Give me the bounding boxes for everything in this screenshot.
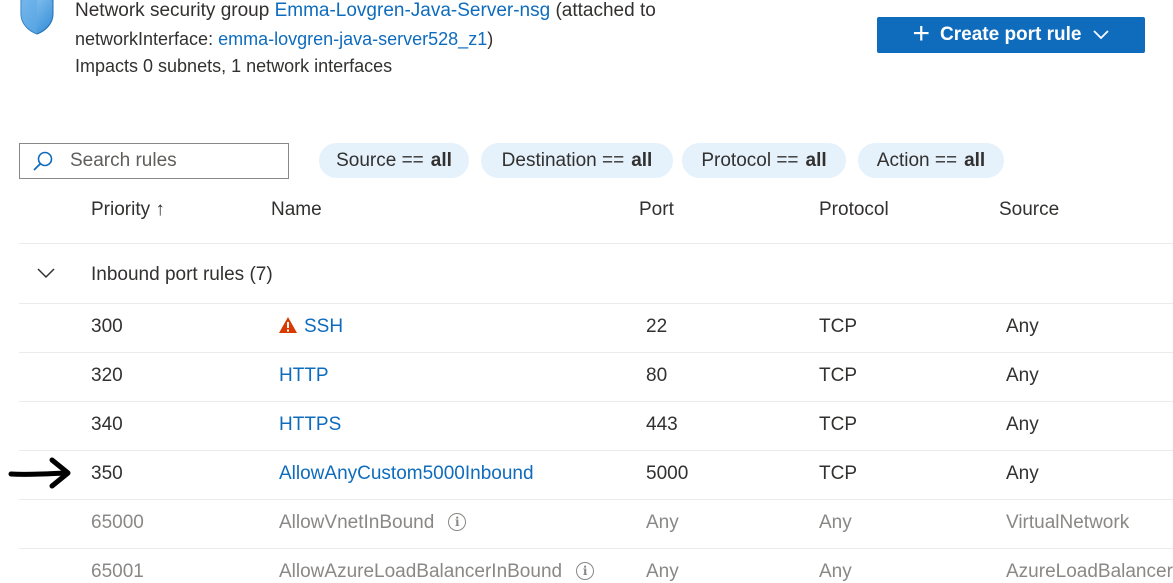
name-cell: SSH — [278, 316, 343, 340]
info-icon[interactable]: i — [576, 562, 595, 580]
port-cell: Any — [646, 561, 679, 582]
shield-icon — [17, 0, 57, 38]
priority-cell: 350 — [91, 463, 123, 484]
source-cell: Any — [1006, 463, 1039, 484]
closing-paren: ) — [487, 29, 494, 49]
source-cell: Any — [1006, 316, 1039, 337]
table-row[interactable]: 320 HTTP 80 TCP Any — [19, 353, 1173, 402]
port-cell: 5000 — [646, 463, 689, 484]
nsg-title-prefix: Network security group — [75, 0, 270, 21]
attached-prefix: (attached to — [555, 0, 656, 21]
source-cell: AzureLoadBalancer — [1006, 561, 1173, 582]
search-icon — [32, 150, 54, 172]
port-cell: 80 — [646, 365, 668, 386]
port-cell: 22 — [646, 316, 668, 337]
name-cell: AllowAzureLoadBalancerInBound i — [279, 561, 595, 583]
rule-name-link[interactable]: SSH — [304, 316, 343, 337]
nsg-header-line: Network security group Emma-Lovgren-Java… — [75, 0, 656, 22]
info-icon[interactable]: i — [448, 513, 467, 531]
port-cell: 443 — [646, 414, 678, 435]
source-cell: Any — [1006, 365, 1039, 386]
interface-link[interactable]: emma-lovgren-java-server528_z1 — [218, 29, 487, 49]
protocol-cell: Any — [819, 512, 852, 533]
column-priority-header[interactable]: Priority ↑ — [91, 199, 165, 221]
filter-destination-value: all — [631, 149, 653, 171]
rule-name-text: AllowVnetInBound — [279, 512, 435, 533]
priority-cell: 65001 — [91, 561, 144, 582]
filter-source-value: all — [430, 149, 452, 171]
priority-cell: 300 — [91, 316, 123, 337]
column-source-header[interactable]: Source — [999, 199, 1059, 221]
filter-action-value: all — [964, 149, 986, 171]
column-protocol-header[interactable]: Protocol — [819, 199, 889, 221]
search-rules-box[interactable] — [19, 143, 289, 179]
search-input[interactable] — [68, 149, 272, 173]
nsg-name-link[interactable]: Emma-Lovgren-Java-Server-nsg — [275, 0, 551, 21]
priority-cell: 340 — [91, 414, 123, 435]
table-row[interactable]: 65001 AllowAzureLoadBalancerInBound i Any… — [19, 549, 1173, 582]
table-row[interactable]: 65000 AllowVnetInBound i Any Any VirtualN… — [19, 500, 1173, 549]
interface-label: networkInterface: — [75, 29, 214, 49]
create-port-rule-label: Create port rule — [940, 24, 1082, 45]
plus-icon: + — [912, 16, 931, 50]
header-divider — [19, 243, 1173, 244]
protocol-cell: TCP — [819, 463, 857, 484]
create-port-rule-button[interactable]: + Create port rule — [877, 17, 1145, 53]
filter-source-label: Source == — [336, 149, 424, 171]
source-cell: Any — [1006, 414, 1039, 435]
protocol-cell: Any — [819, 561, 852, 582]
protocol-cell: TCP — [819, 414, 857, 435]
table-row[interactable]: 300 SSH 22 TCP Any — [19, 304, 1173, 353]
filter-action-label: Action == — [876, 149, 958, 171]
rule-name-link[interactable]: AllowAnyCustom5000Inbound — [279, 463, 534, 485]
port-cell: Any — [646, 512, 679, 533]
filter-source-pill[interactable]: Source == all — [319, 143, 469, 178]
rule-name-link[interactable]: HTTPS — [279, 414, 341, 436]
interface-line: networkInterface: emma-lovgren-java-serv… — [75, 28, 493, 50]
source-cell: VirtualNetwork — [1006, 512, 1130, 533]
name-cell: AllowVnetInBound i — [279, 512, 467, 534]
inbound-group-label: Inbound port rules (7) — [91, 264, 273, 285]
filter-action-pill[interactable]: Action == all — [858, 143, 1004, 178]
protocol-cell: TCP — [819, 316, 857, 337]
warning-icon — [278, 316, 298, 340]
rule-name-text: AllowAzureLoadBalancerInBound — [279, 561, 563, 582]
table-row[interactable]: 340 HTTPS 443 TCP Any — [19, 402, 1173, 451]
protocol-cell: TCP — [819, 365, 857, 386]
table-row[interactable]: 350 AllowAnyCustom5000Inbound 5000 TCP A… — [19, 451, 1173, 500]
priority-cell: 65000 — [91, 512, 144, 533]
annotation-arrow-icon — [8, 456, 74, 495]
filter-destination-label: Destination == — [501, 149, 625, 171]
rule-name-link[interactable]: HTTP — [279, 365, 329, 387]
filter-destination-pill[interactable]: Destination == all — [481, 143, 673, 178]
chevron-down-icon — [1092, 24, 1110, 46]
collapse-chevron-icon[interactable] — [36, 266, 56, 285]
filter-protocol-label: Protocol == — [701, 149, 799, 171]
filter-protocol-value: all — [805, 149, 827, 171]
impacts-text: Impacts 0 subnets, 1 network interfaces — [75, 56, 393, 76]
column-port-header[interactable]: Port — [639, 199, 674, 221]
filter-protocol-pill[interactable]: Protocol == all — [682, 143, 846, 178]
priority-cell: 320 — [91, 365, 123, 386]
column-name-header[interactable]: Name — [271, 199, 322, 221]
